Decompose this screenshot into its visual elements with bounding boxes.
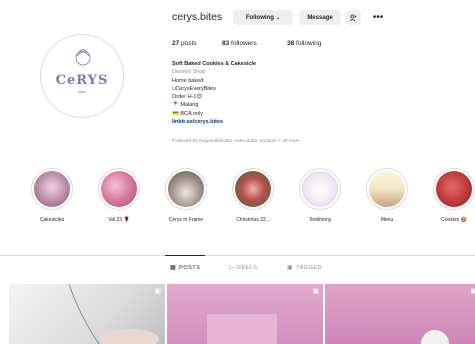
highlight-label: Christmas 22... — [236, 217, 270, 223]
bio-line: Order H-1😊 — [172, 94, 203, 101]
reel-icon: ▣ — [154, 288, 161, 295]
highlight-item[interactable]: Christmas 22... — [225, 168, 281, 223]
highlight-image — [369, 171, 405, 207]
highlight-label: Val 23 🌹 — [108, 217, 130, 223]
highlight-item[interactable]: Testimony — [292, 168, 348, 223]
avatar-logo: CeRYS bites — [42, 36, 122, 116]
grid-icon: ▦ — [170, 265, 177, 271]
highlight-item[interactable]: Cookies 🍪 — [426, 168, 475, 223]
highlight-item[interactable]: Val 23 🌹 — [91, 168, 147, 223]
highlight-image — [235, 171, 271, 207]
post-image — [68, 284, 159, 344]
post-image — [421, 330, 449, 344]
highlight-item[interactable]: Menu — [359, 168, 415, 223]
reel-icon: ▣ — [470, 288, 475, 295]
highlight-label: Cerys In Frame — [168, 217, 204, 223]
username-row: cerys.bites — [172, 11, 222, 23]
highlight-image — [436, 171, 472, 207]
highlight-label: Testimony — [308, 217, 332, 223]
post-image — [207, 314, 277, 344]
highlight-label: Cakesicles — [39, 217, 65, 223]
profile-category: Dessert Shop — [172, 69, 206, 76]
bio-line: □CerysEveryBites — [172, 85, 216, 92]
followers-link[interactable]: 83 followers — [222, 40, 257, 47]
profile-avatar[interactable]: CeRYS bites — [40, 34, 124, 118]
bio-link[interactable]: linktr.ee/cerys.bites — [172, 118, 256, 126]
bio-line: 💳 BCA only — [172, 110, 203, 117]
story-highlights: Cakesicles Val 23 🌹 Cerys In Frame Chris… — [0, 168, 475, 238]
more-options-icon[interactable]: ••• — [371, 10, 385, 25]
highlight-cover — [366, 168, 408, 210]
profile-bio: Soft Baked Cookies & Cakesicle Dessert S… — [172, 60, 256, 126]
avatar-logo-text: CeRYS — [55, 72, 109, 88]
post-thumbnail[interactable]: ▣ — [9, 284, 165, 344]
followed-by-text[interactable]: Followed by eugeniafelicitas, ester.ardi… — [172, 139, 300, 144]
highlight-cover — [98, 168, 140, 210]
tab-reels[interactable]: ▷ REELS — [229, 264, 258, 272]
highlight-cover — [433, 168, 475, 210]
highlight-cover — [31, 168, 73, 210]
following-button-label: Following — [245, 14, 274, 21]
chevron-down-icon: ⌄ — [275, 14, 281, 21]
highlight-cover — [232, 168, 274, 210]
highlight-cover — [165, 168, 207, 210]
avatar-logo-sub: bites — [77, 88, 87, 94]
highlight-image — [302, 171, 338, 207]
username: cerys.bites — [172, 11, 223, 23]
message-button[interactable]: Message — [299, 10, 341, 25]
profile-tabs: ▦ POSTS ▷ REELS ▣ TAGGED — [0, 264, 475, 276]
reel-icon: ▣ — [312, 288, 319, 295]
posts-count: 27 posts — [172, 40, 197, 47]
highlight-item[interactable]: Cerys In Frame — [158, 168, 214, 223]
highlight-image — [34, 171, 70, 207]
tab-posts[interactable]: ▦ POSTS — [170, 264, 200, 272]
highlight-cover — [299, 168, 341, 210]
highlight-image — [168, 171, 204, 207]
following-button[interactable]: Following ⌄ — [233, 10, 293, 25]
highlight-label: Menu — [380, 217, 394, 223]
post-thumbnail[interactable]: ▣ — [325, 284, 475, 344]
tagged-icon: ▣ — [287, 265, 294, 271]
highlight-label: Cookies 🍪 — [441, 217, 467, 223]
following-link[interactable]: 38 following — [287, 40, 321, 47]
tabs-divider — [0, 255, 475, 256]
active-tab-indicator — [165, 255, 205, 256]
post-thumbnail[interactable]: ▣ — [167, 284, 323, 344]
posts-grid: ▣ ▣ ▣ — [9, 284, 475, 344]
bio-line: Home baked — [172, 77, 204, 84]
highlight-image — [101, 171, 137, 207]
reels-icon: ▷ — [229, 265, 235, 271]
highlight-item[interactable]: Cakesicles — [24, 168, 80, 223]
chef-girl-icon — [75, 49, 91, 66]
tab-tagged[interactable]: ▣ TAGGED — [287, 264, 322, 272]
add-user-icon — [349, 14, 357, 21]
suggested-users-button[interactable] — [345, 10, 361, 25]
profile-display-name: Soft Baked Cookies & Cakesicle — [172, 61, 257, 67]
bio-line: 📍 Malang — [172, 102, 199, 109]
